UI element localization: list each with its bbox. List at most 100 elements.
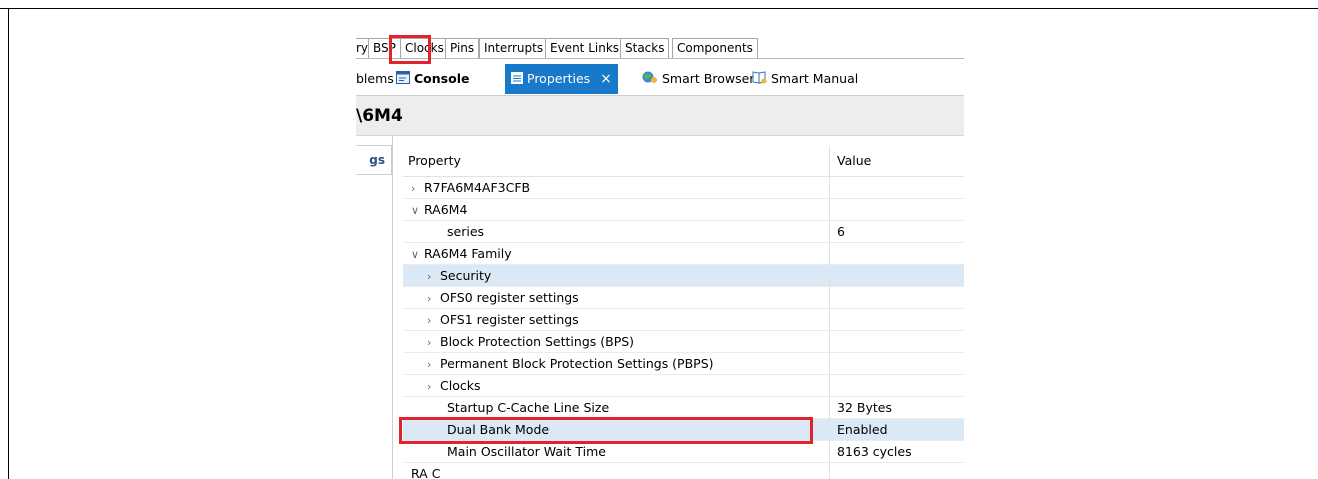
- property-value[interactable]: Enabled: [837, 419, 888, 440]
- chevron-right-icon[interactable]: ›: [427, 354, 440, 375]
- column-separator: [829, 397, 830, 419]
- property-name: ∨ RA6M4 Family: [411, 243, 512, 265]
- table-row[interactable]: › Security: [403, 265, 964, 287]
- property-name: › Clocks: [427, 375, 480, 397]
- table-row[interactable]: › OFS1 register settings: [403, 309, 964, 331]
- property-name: › Security: [427, 265, 491, 287]
- column-separator: [829, 309, 830, 331]
- properties-title: \6M4: [356, 106, 403, 126]
- properties-icon: [511, 65, 523, 95]
- tab-pins[interactable]: Pins: [445, 38, 480, 58]
- property-label: Block Protection Settings (BPS): [440, 334, 635, 349]
- tab-label: Interrupts: [484, 41, 544, 55]
- view-tab-console[interactable]: Console: [396, 68, 469, 89]
- frame-left-border: [8, 8, 9, 479]
- column-separator: [829, 265, 830, 287]
- view-tab-label: Console: [414, 71, 470, 86]
- chevron-down-icon[interactable]: ∨: [411, 200, 424, 221]
- property-value[interactable]: 32 Bytes: [837, 397, 892, 418]
- table-body: › R7FA6M4AF3CFB ∨ RA6M4 series 6 ∨ RA6M4 Family…: [403, 177, 964, 479]
- property-label: series: [447, 224, 485, 239]
- table-row[interactable]: Startup C-Cache Line Size 32 Bytes: [403, 397, 964, 419]
- table-row[interactable]: series 6: [403, 221, 964, 243]
- table-row[interactable]: › OFS0 register settings: [403, 287, 964, 309]
- table-row[interactable]: RA C: [403, 463, 964, 479]
- chevron-right-icon[interactable]: ›: [427, 376, 440, 397]
- chevron-right-icon[interactable]: ›: [411, 178, 424, 199]
- table-row[interactable]: Dual Bank Mode Enabled: [403, 419, 964, 441]
- property-label: Startup C-Cache Line Size: [447, 400, 610, 415]
- tab-bsp[interactable]: BSP: [368, 38, 401, 58]
- column-separator: [829, 331, 830, 353]
- table-row[interactable]: ∨ RA6M4: [403, 199, 964, 221]
- tab-label: Components: [677, 41, 753, 55]
- close-icon[interactable]: ×: [600, 71, 612, 87]
- side-tab-divider: [392, 136, 393, 479]
- table-row[interactable]: › Permanent Block Protection Settings (PB…: [403, 353, 964, 375]
- chevron-right-icon[interactable]: ›: [427, 288, 440, 309]
- property-name: Startup C-Cache Line Size: [447, 397, 609, 418]
- chevron-right-icon[interactable]: ›: [427, 332, 440, 353]
- side-tab-label: gs: [369, 153, 385, 167]
- table-row[interactable]: › Clocks: [403, 375, 964, 397]
- table-header: Property Value: [403, 146, 964, 177]
- tab-components[interactable]: Components: [672, 38, 758, 58]
- table-row[interactable]: › Block Protection Settings (BPS): [403, 331, 964, 353]
- properties-header: \6M4: [356, 96, 964, 136]
- property-name: › Permanent Block Protection Settings (PB…: [427, 353, 714, 375]
- view-tab-label: Smart Browser: [662, 71, 755, 86]
- console-icon: [396, 69, 410, 90]
- property-label: Dual Bank Mode: [447, 422, 550, 437]
- property-label: RA6M4 Family: [424, 246, 512, 261]
- configuration-tab-strip: ry BSP Clocks Pins Interrupts Event Link…: [356, 35, 964, 59]
- property-label: Permanent Block Protection Settings (PBP…: [440, 356, 714, 371]
- property-name: series: [447, 221, 484, 242]
- tab-interrupts[interactable]: Interrupts: [479, 38, 549, 58]
- view-tab-problems[interactable]: blems: [356, 68, 394, 89]
- column-header-value[interactable]: Value: [837, 146, 871, 176]
- smart-browser-icon: [642, 69, 658, 90]
- view-tab-smart-manual[interactable]: Smart Manual: [752, 68, 858, 89]
- property-label: OFS1 register settings: [440, 312, 579, 327]
- tab-label: Clocks: [405, 41, 444, 55]
- view-tab-smart-browser[interactable]: Smart Browser: [642, 68, 754, 89]
- tab-event-links[interactable]: Event Links: [545, 38, 625, 58]
- chevron-right-icon[interactable]: ›: [427, 310, 440, 331]
- property-label: Clocks: [440, 378, 481, 393]
- chevron-down-icon[interactable]: ∨: [411, 244, 424, 265]
- tab-label: ry: [356, 41, 369, 55]
- column-separator: [829, 441, 830, 463]
- property-table: Property Value › R7FA6M4AF3CFB ∨ RA6M4 serie…: [403, 146, 964, 479]
- table-row[interactable]: Main Oscillator Wait Time 8163 cycles: [403, 441, 964, 463]
- tab-label: Pins: [450, 41, 475, 55]
- side-tab-settings[interactable]: gs: [356, 145, 392, 175]
- column-separator: [829, 463, 830, 479]
- property-name: › Block Protection Settings (BPS): [427, 331, 634, 353]
- tab-label: Stacks: [625, 41, 665, 55]
- column-separator: [829, 287, 830, 309]
- view-tab-bar: blems Console Properties × Smart Browser…: [356, 59, 964, 96]
- chevron-right-icon[interactable]: ›: [427, 266, 440, 287]
- property-value[interactable]: 6: [837, 221, 845, 242]
- column-separator: [829, 177, 830, 199]
- view-tab-properties[interactable]: Properties ×: [505, 64, 618, 94]
- column-header-property[interactable]: Property: [408, 146, 461, 176]
- table-row[interactable]: ∨ RA6M4 Family: [403, 243, 964, 265]
- table-row[interactable]: › R7FA6M4AF3CFB: [403, 177, 964, 199]
- property-name: RA C: [411, 463, 440, 479]
- frame-top-border: [0, 8, 1318, 9]
- tab-clocks[interactable]: Clocks: [400, 38, 449, 58]
- property-label: RA6M4: [424, 202, 468, 217]
- property-label: Main Oscillator Wait Time: [447, 444, 606, 459]
- tab-label: BSP: [373, 41, 396, 55]
- property-value[interactable]: 8163 cycles: [837, 441, 912, 462]
- column-separator: [829, 375, 830, 397]
- column-separator: [829, 243, 830, 265]
- property-label: Security: [440, 268, 492, 283]
- view-tab-label: Smart Manual: [771, 71, 859, 86]
- tab-stacks[interactable]: Stacks: [620, 38, 670, 58]
- column-separator[interactable]: [829, 146, 830, 176]
- property-name: ∨ RA6M4: [411, 199, 467, 221]
- tab-label: Event Links: [550, 41, 620, 55]
- property-label: R7FA6M4AF3CFB: [424, 180, 531, 195]
